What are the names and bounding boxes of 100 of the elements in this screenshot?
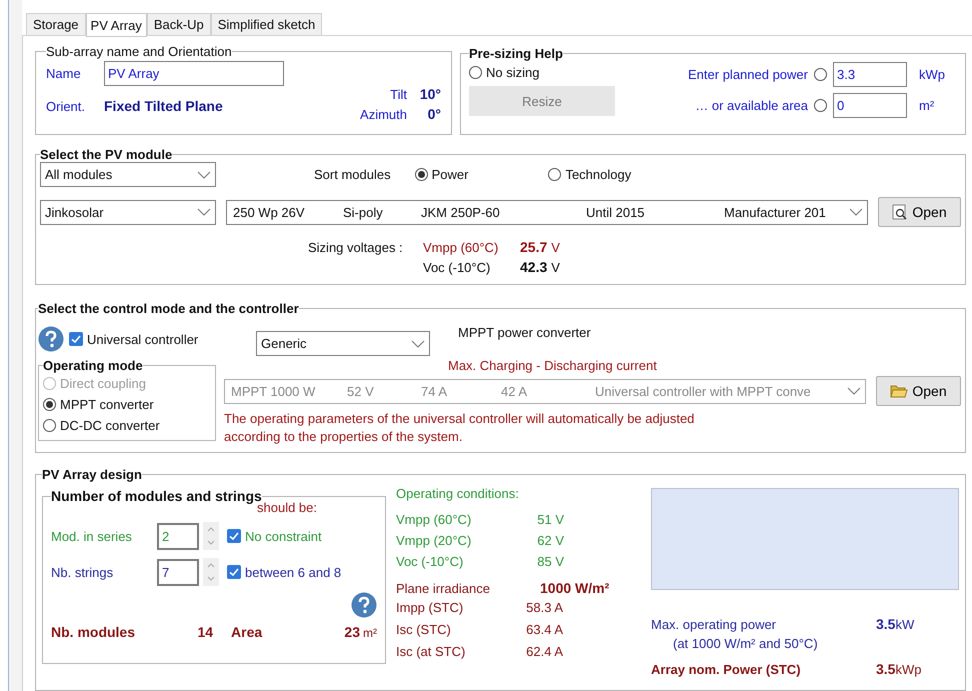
field-label: Sizing voltages : xyxy=(308,240,404,255)
column-caption: Max. Charging - Discharging current xyxy=(448,358,658,375)
radio-button[interactable] xyxy=(469,66,482,79)
condition-value: 51 V xyxy=(536,512,564,527)
search-icon xyxy=(892,204,908,220)
radio-label: Direct coupling xyxy=(60,376,146,391)
unit-label: kWp xyxy=(918,67,946,82)
name-field[interactable]: PV Array xyxy=(104,61,284,86)
section-title: Operating conditions: xyxy=(396,486,520,503)
checkbox-label: between 6 and 8 xyxy=(245,564,342,580)
field-label: Orient. xyxy=(46,98,86,114)
unit-label: kW xyxy=(895,617,914,632)
help-icon[interactable] xyxy=(38,326,64,352)
current-value: 63.4 A xyxy=(525,622,563,637)
condition-value: 62 V xyxy=(536,533,564,548)
irradiance-value: 1000 W/m² xyxy=(540,580,610,596)
radio-button[interactable] xyxy=(414,168,428,181)
value-field[interactable]: 0 xyxy=(833,93,907,118)
caret-icon xyxy=(849,208,863,216)
value-field[interactable]: 3.3 xyxy=(833,62,907,87)
radio-label: Technology xyxy=(565,167,632,182)
checkbox[interactable] xyxy=(69,332,83,346)
unit-label: m² xyxy=(918,98,936,113)
current-label: Impp (STC) xyxy=(396,600,464,615)
number-field[interactable]: 2 xyxy=(157,522,199,550)
current-label: Isc (STC) xyxy=(396,622,452,637)
count-value: 14 xyxy=(196,624,214,640)
group-title: Operating mode xyxy=(43,358,143,373)
field-label: Area xyxy=(231,624,264,640)
radio-button[interactable] xyxy=(814,99,827,112)
tab[interactable]: Storage xyxy=(26,13,86,35)
radio-button[interactable] xyxy=(43,419,56,432)
orientation-value: Fixed Tilted Plane xyxy=(104,98,224,114)
current-value: 58.3 A xyxy=(525,600,563,615)
folder-icon xyxy=(890,384,908,398)
field-label: Max. operating power xyxy=(651,617,778,632)
power-value: 3.5 xyxy=(876,616,896,632)
tab[interactable]: Back-Up xyxy=(146,13,211,35)
unit-label: V xyxy=(551,240,560,255)
open-button[interactable]: Open xyxy=(878,197,961,227)
angle-value: 10° xyxy=(418,86,441,102)
voltage-value: 25.7 xyxy=(520,239,548,255)
caret-icon xyxy=(411,340,425,348)
field-label: Azimuth xyxy=(360,107,407,122)
dropdown[interactable]: 250 Wp 26V Si-poly JKM 250P-60 Until 2015 Manufacturer 201 xyxy=(226,200,868,224)
group-title: Select the PV module xyxy=(40,147,172,162)
current-value: 62.4 A xyxy=(525,644,563,659)
dropdown[interactable]: Jinkosolar xyxy=(40,200,216,224)
field-label: Name xyxy=(46,66,82,81)
number-field[interactable]: 7 xyxy=(157,558,199,586)
voltage-label: Voc (-10°C) xyxy=(423,260,492,275)
group-title: Sub-array name and Orientation xyxy=(46,44,232,59)
current-label: Isc (at STC) xyxy=(396,644,466,659)
condition-label: Vmpp (20°C) xyxy=(396,533,472,548)
open-button[interactable]: Open xyxy=(876,376,961,406)
checkbox[interactable] xyxy=(227,529,241,543)
field-label: MPPT power converter xyxy=(458,325,591,340)
condition-value: 85 V xyxy=(536,554,564,569)
radio-button[interactable] xyxy=(814,68,827,81)
condition-label: Vmpp (60°C) xyxy=(396,512,472,527)
caret-icon xyxy=(197,208,211,216)
radio-button[interactable] xyxy=(43,398,56,411)
checkbox[interactable] xyxy=(227,565,241,579)
group-title: Pre-sizing Help xyxy=(469,46,563,61)
group-title: Select the control mode and the controller xyxy=(38,301,299,316)
dropdown[interactable]: Generic xyxy=(256,331,430,356)
radio-label: No sizing xyxy=(486,65,540,80)
checkbox-label: Universal controller xyxy=(87,332,198,346)
radio-label: MPPT converter xyxy=(60,397,154,412)
field-label: Tilt xyxy=(390,87,407,102)
field-label: Plane irradiance xyxy=(396,581,491,596)
angle-value: 0° xyxy=(426,106,441,122)
caret-icon xyxy=(847,387,861,395)
radio-label: Power xyxy=(432,167,468,182)
tab[interactable]: PV Array xyxy=(86,13,147,37)
radio-button[interactable] xyxy=(548,168,562,181)
unit-label: kWp xyxy=(895,662,922,677)
field-label: Mod. in series xyxy=(51,528,133,544)
field-label: Enter planned power xyxy=(688,67,808,82)
field-label: Array nom. Power (STC) xyxy=(651,662,802,677)
field-label: Nb. strings xyxy=(51,564,114,580)
voltage-value: 42.3 xyxy=(520,259,548,275)
unit-label: V xyxy=(551,260,560,275)
caret-icon xyxy=(197,170,211,178)
tab[interactable]: Simplified sketch xyxy=(210,13,322,35)
field-label: Nb. modules xyxy=(51,624,136,640)
field-label: (at 1000 W/m² and 50°C) xyxy=(673,636,819,651)
condition-label: Voc (-10°C) xyxy=(396,554,464,569)
group-title: PV Array design xyxy=(42,467,142,482)
checkbox-label: No constraint xyxy=(245,528,322,544)
voltage-label: Vmpp (60°C) xyxy=(423,240,500,255)
field-label: … or available area xyxy=(695,98,808,113)
help-icon[interactable] xyxy=(351,592,377,618)
unit-label: m² xyxy=(363,626,377,640)
dropdown[interactable]: All modules xyxy=(40,162,216,187)
info-text: The operating parameters of the universal controller will automatically be adjusted according to the properties of the system. xyxy=(224,410,696,446)
radio-label: DC-DC converter xyxy=(60,418,160,433)
field-label: Sort modules xyxy=(314,167,391,182)
area-value: 23 xyxy=(344,624,360,640)
power-value: 3.5 xyxy=(876,661,896,677)
